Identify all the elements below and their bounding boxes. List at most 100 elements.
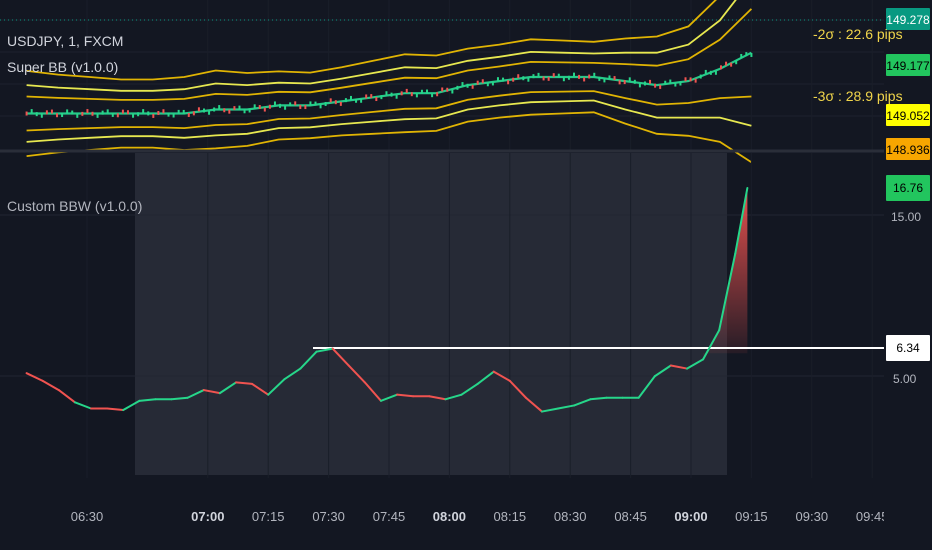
candle bbox=[750, 52, 753, 57]
candle bbox=[476, 80, 479, 85]
candle bbox=[218, 105, 221, 110]
candle bbox=[294, 101, 297, 106]
time-tick-label: 07:00 bbox=[191, 509, 224, 524]
candle bbox=[730, 62, 733, 67]
bbw-axis-label: 15.00 bbox=[891, 210, 921, 224]
candle bbox=[243, 109, 246, 114]
candle bbox=[30, 109, 33, 114]
candle bbox=[202, 108, 205, 113]
candle bbox=[507, 80, 510, 85]
time-tick-label: 06:30 bbox=[71, 509, 104, 524]
time-tick-label: 07:45 bbox=[373, 509, 406, 524]
candle bbox=[486, 82, 489, 87]
price-axis[interactable] bbox=[884, 0, 932, 550]
candle bbox=[694, 78, 697, 83]
candle bbox=[719, 65, 722, 70]
time-axis: 06:30 07:00 07:15 07:30 07:45 08:00 08:15 08:30… bbox=[71, 509, 889, 524]
candle bbox=[491, 81, 494, 86]
super-bb-title[interactable]: Super BB (v1.0.0) bbox=[7, 59, 118, 75]
candle bbox=[121, 109, 124, 114]
candle bbox=[446, 87, 449, 92]
candle bbox=[273, 101, 276, 106]
candle bbox=[659, 84, 662, 89]
candle bbox=[674, 82, 677, 87]
candle bbox=[664, 80, 667, 85]
price-tag-value: 149.278 bbox=[886, 13, 930, 27]
candle bbox=[643, 81, 646, 86]
candle bbox=[40, 113, 43, 118]
candle bbox=[101, 110, 104, 115]
candle bbox=[466, 83, 469, 88]
candle bbox=[390, 92, 393, 97]
bbw-segment bbox=[41, 379, 60, 392]
candle bbox=[299, 104, 302, 109]
candle bbox=[223, 108, 226, 113]
candle bbox=[725, 61, 728, 66]
candle bbox=[324, 101, 327, 106]
candle bbox=[436, 92, 439, 97]
candle bbox=[137, 112, 140, 117]
candle bbox=[71, 110, 74, 115]
time-tick-label: 07:15 bbox=[252, 509, 285, 524]
time-tick-label: 08:45 bbox=[614, 509, 647, 524]
candle bbox=[248, 108, 251, 113]
candle bbox=[578, 74, 581, 79]
candle bbox=[162, 109, 165, 114]
candle bbox=[588, 74, 591, 79]
candle bbox=[365, 94, 368, 99]
candle bbox=[106, 109, 109, 114]
candle bbox=[573, 72, 576, 77]
candle bbox=[96, 113, 99, 118]
selection-range bbox=[135, 153, 727, 475]
bbw-segment bbox=[106, 407, 125, 412]
candle bbox=[740, 53, 743, 58]
candle bbox=[593, 72, 596, 77]
candle bbox=[603, 78, 606, 83]
candle bbox=[567, 75, 570, 80]
candle bbox=[233, 106, 236, 111]
time-tick-label: 08:30 bbox=[554, 509, 587, 524]
candle bbox=[608, 75, 611, 80]
candle bbox=[263, 107, 266, 112]
candle bbox=[66, 109, 69, 114]
candle bbox=[517, 74, 520, 79]
candle bbox=[654, 83, 657, 88]
candle bbox=[405, 88, 408, 93]
candle bbox=[496, 77, 499, 82]
candle bbox=[562, 77, 565, 82]
candle bbox=[334, 100, 337, 105]
candle bbox=[268, 104, 271, 109]
candle bbox=[522, 76, 525, 81]
time-tick-label: 08:00 bbox=[433, 509, 466, 524]
candle bbox=[61, 113, 64, 118]
bbw-tag-value: 16.76 bbox=[893, 181, 923, 195]
candle bbox=[583, 77, 586, 82]
symbol-title[interactable]: USDJPY, 1, FXCM bbox=[7, 33, 123, 49]
candle bbox=[111, 112, 114, 117]
bbw-segment bbox=[25, 372, 44, 382]
time-tick-label: 07:30 bbox=[312, 509, 345, 524]
time-tick-label: 08:15 bbox=[494, 509, 527, 524]
candle bbox=[157, 110, 160, 115]
candle bbox=[304, 105, 307, 110]
time-tick-label: 09:45 bbox=[856, 509, 889, 524]
candle bbox=[152, 113, 155, 118]
bbw-chart[interactable]: 06:30 07:00 07:15 07:30 07:45 08:00 08:15 08:30… bbox=[0, 0, 932, 550]
time-tick-label: 09:00 bbox=[674, 509, 707, 524]
candle bbox=[385, 91, 388, 96]
candle bbox=[745, 52, 748, 57]
candle bbox=[314, 101, 317, 106]
candle bbox=[339, 101, 342, 106]
candle bbox=[431, 93, 434, 98]
candle bbox=[360, 98, 363, 103]
candle bbox=[349, 95, 352, 100]
candle bbox=[461, 82, 464, 87]
candle bbox=[142, 109, 145, 114]
candle bbox=[456, 85, 459, 90]
price-tag-value: 148.936 bbox=[886, 143, 930, 157]
pips-3sigma: -3σ : 28.9 pips bbox=[813, 88, 903, 104]
candle bbox=[420, 89, 423, 94]
candle bbox=[126, 110, 129, 115]
candle bbox=[284, 105, 287, 110]
bbw-title[interactable]: Custom BBW (v1.0.0) bbox=[7, 198, 142, 214]
